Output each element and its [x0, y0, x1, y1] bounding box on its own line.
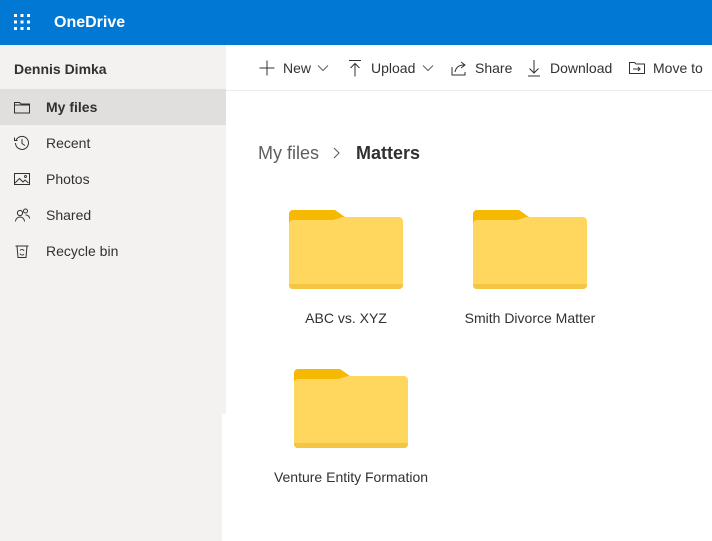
user-name: Dennis Dimka	[14, 61, 107, 77]
new-button[interactable]: New	[258, 58, 330, 78]
sidebar-item-label: Recent	[46, 135, 91, 151]
sidebar-item-shared[interactable]: Shared	[0, 197, 226, 233]
sidebar-item-label: My files	[46, 99, 98, 115]
share-button[interactable]: Share	[450, 58, 516, 78]
breadcrumb-root[interactable]: My files	[258, 142, 319, 164]
download-button[interactable]: Download	[525, 58, 617, 78]
folder-tile[interactable]: Venture Entity Formation	[274, 369, 454, 499]
upload-button[interactable]: Upload	[346, 58, 436, 78]
sidebar: Dennis Dimka My files Recent Photos Shar…	[0, 45, 226, 414]
new-label: New	[283, 60, 312, 76]
upload-label: Upload	[371, 60, 416, 76]
sidebar-item-label: Shared	[46, 207, 92, 223]
sidebar-item-label: Photos	[46, 171, 90, 187]
top-bar: OneDrive	[0, 0, 712, 45]
app-title[interactable]: OneDrive	[54, 13, 125, 33]
download-label: Download	[550, 60, 613, 76]
upload-icon	[346, 58, 364, 78]
command-bar: New Upload Share Download Move to	[226, 45, 712, 91]
share-label: Share	[475, 60, 513, 76]
folder-icon	[294, 369, 408, 449]
recycle-bin-icon	[13, 242, 31, 260]
people-icon	[13, 206, 31, 224]
folder-name: Venture Entity Formation	[273, 469, 429, 485]
sidebar-item-recent[interactable]: Recent	[0, 125, 226, 161]
sidebar-item-label: Recycle bin	[46, 243, 119, 259]
move-to-icon	[628, 58, 646, 78]
move-to-button[interactable]: Move to	[628, 58, 712, 78]
folder-name: ABC vs. XYZ	[305, 310, 387, 326]
folder-icon	[473, 210, 587, 290]
share-icon	[450, 58, 468, 78]
sidebar-item-recycle-bin[interactable]: Recycle bin	[0, 233, 226, 269]
folder-tile[interactable]: Smith Divorce Matter	[465, 210, 633, 340]
sidebar-item-my-files[interactable]: My files	[0, 89, 226, 125]
chevron-right-icon	[332, 145, 342, 161]
plus-icon	[258, 58, 276, 78]
app-launcher-icon[interactable]	[13, 13, 31, 31]
download-icon	[525, 58, 543, 78]
sidebar-lower	[0, 414, 222, 541]
chevron-down-icon	[422, 63, 434, 73]
folder-name: Smith Divorce Matter	[464, 310, 596, 326]
folder-icon	[13, 98, 31, 116]
chevron-down-icon	[317, 63, 329, 73]
folder-icon	[289, 210, 403, 290]
photo-icon	[13, 170, 31, 188]
history-icon	[13, 134, 31, 152]
sidebar-item-photos[interactable]: Photos	[0, 161, 226, 197]
move-to-label: Move to	[653, 60, 703, 76]
breadcrumb-current: Matters	[356, 143, 421, 163]
folder-tile[interactable]: ABC vs. XYZ	[289, 210, 449, 340]
